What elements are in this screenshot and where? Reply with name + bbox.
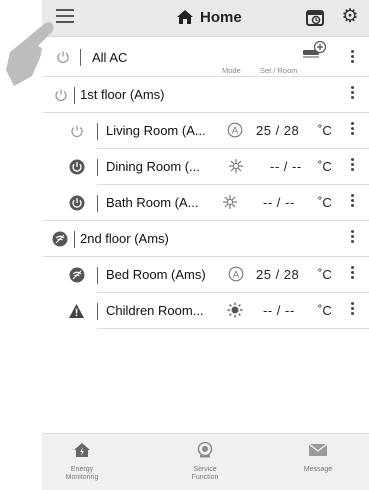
temperature-unit: ˚C [318,303,332,318]
temperature-unit: ˚C [318,159,332,174]
more-icon[interactable] [351,302,355,317]
bottom-nav: Energy Monitoring Service Function Messa… [42,433,369,490]
wifi-off-icon[interactable] [69,267,85,283]
all-ac-label: All AC [92,50,128,65]
auto-mode-icon: A [228,266,244,282]
unit-label: Dining Room (... [106,159,200,174]
tab-label: Service [193,466,217,473]
divider [97,267,98,284]
set-room-column-label: Set / Room [260,66,298,75]
power-icon[interactable] [69,195,85,211]
row-divider [97,328,369,329]
fan-mode-icon [223,195,237,209]
group-row-2nd-floor[interactable]: 2nd floor (Ams) [42,221,369,257]
more-icon[interactable] [351,194,355,209]
divider [97,159,98,176]
unit-row-bed-room[interactable]: Bed Room (Ams) A 25 / 28 ˚C [42,257,369,293]
tab-service-function[interactable]: Service Function [165,441,245,482]
tab-message[interactable]: Message [278,442,358,474]
add-ac-icon[interactable] [301,41,327,61]
fan-mode-icon [229,159,243,173]
temperature-unit: ˚C [318,267,332,282]
more-icon[interactable] [351,266,355,281]
divider [97,303,98,320]
unit-row-dining-room[interactable]: Dining Room (... -- / -- ˚C [42,149,369,185]
tab-label: Energy [70,466,94,473]
divider [97,123,98,140]
house-icon [74,443,90,457]
power-icon[interactable] [69,159,85,175]
home-icon [177,10,193,24]
more-icon[interactable] [351,86,355,101]
auto-mode-icon: A [227,122,243,138]
service-icon [197,441,213,458]
unit-label: Bed Room (Ams) [106,267,206,282]
temperature-unit: ˚C [318,195,332,210]
page-title: Home [200,9,242,26]
group-label: 2nd floor (Ams) [80,231,169,246]
unit-label: Living Room (A... [106,123,206,138]
divider [97,195,98,212]
more-icon[interactable] [351,50,355,65]
warning-icon[interactable] [68,303,85,319]
svg-text:A: A [232,126,239,137]
tab-label: Function [191,474,219,481]
svg-text:A: A [233,270,240,281]
tab-label: Message [303,466,333,473]
tab-energy-monitoring[interactable]: Energy Monitoring [42,442,122,482]
envelope-icon [308,443,328,456]
temperature-value: -- / -- [263,195,295,210]
group-label: 1st floor (Ams) [80,87,165,102]
more-icon[interactable] [351,158,355,173]
temperature-value: 25 / 28 [256,123,300,138]
more-icon[interactable] [351,230,355,245]
timer-icon[interactable] [306,8,324,26]
wifi-off-icon[interactable] [52,231,68,247]
group-row-1st-floor[interactable]: 1st floor (Ams) [42,77,369,113]
temperature-value: -- / -- [263,303,295,318]
gear-icon[interactable]: ⚙ [340,7,360,27]
divider [74,87,75,104]
mode-column-label: Mode [222,66,241,75]
unit-row-children-room[interactable]: Children Room... -- / -- ˚C [42,293,369,329]
sun-mode-icon [227,302,243,318]
divider [80,49,81,66]
unit-label: Bath Room (A... [106,195,199,210]
all-ac-row[interactable]: All AC Mode Set / Room [42,37,369,77]
power-icon[interactable] [70,124,84,138]
tab-label: Monitoring [65,474,99,481]
temperature-unit: ˚C [318,123,332,138]
temperature-value: -- / -- [270,159,302,174]
divider [74,231,75,248]
unit-label: Children Room... [106,303,204,318]
unit-row-living-room[interactable]: Living Room (A... A 25 / 28 ˚C [42,113,369,149]
more-icon[interactable] [351,122,355,137]
pointing-hand-icon [6,22,54,86]
unit-row-bath-room[interactable]: Bath Room (A... -- / -- ˚C [42,185,369,221]
temperature-value: 25 / 28 [256,267,300,282]
